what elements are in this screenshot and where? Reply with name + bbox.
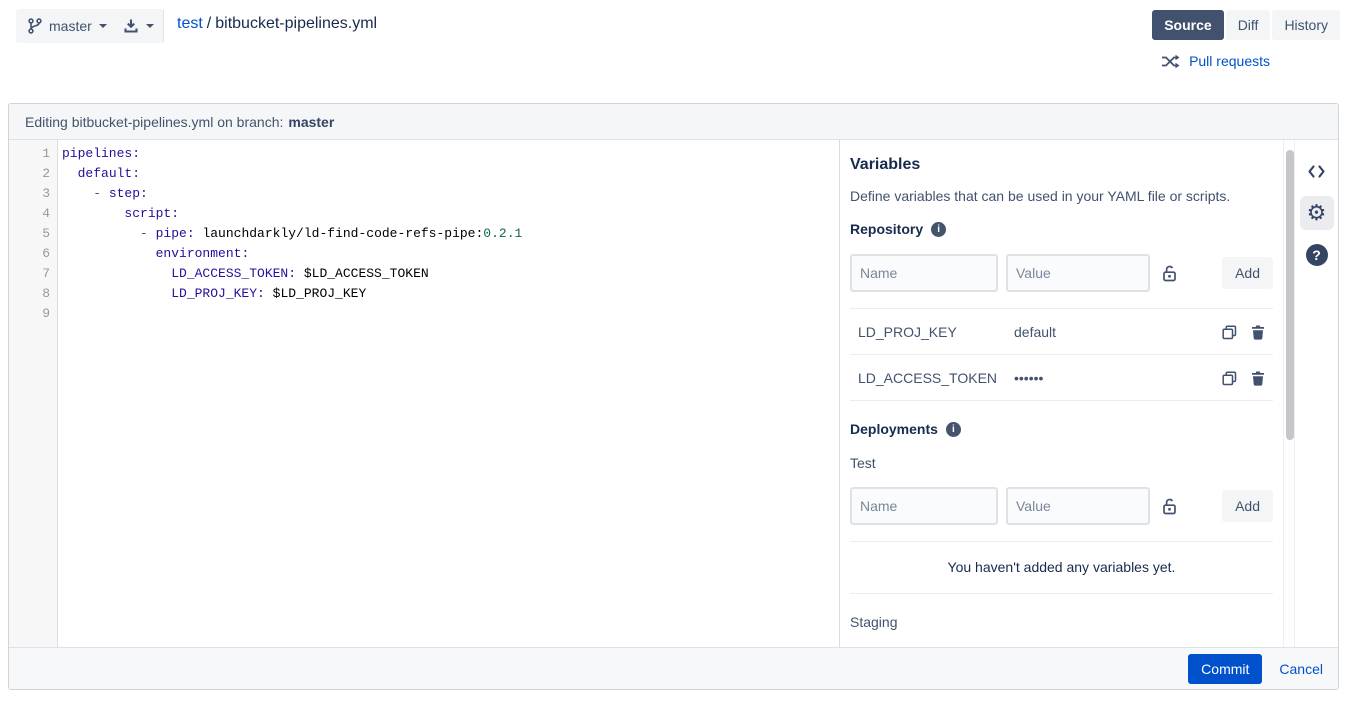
tab-source[interactable]: Source bbox=[1152, 10, 1223, 40]
line-number: 4 bbox=[9, 204, 57, 224]
pull-requests-icon bbox=[1161, 54, 1180, 69]
variable-value: default bbox=[1014, 324, 1208, 340]
empty-variables-message: You haven't added any variables yet. bbox=[850, 542, 1273, 594]
code-line: - pipe: launchdarkly/ld-find-code-refs-p… bbox=[58, 224, 839, 244]
line-number: 5 bbox=[9, 224, 57, 244]
info-icon[interactable]: i bbox=[946, 422, 961, 437]
line-number: 2 bbox=[9, 164, 57, 184]
side-icon-rail: ⚙ ? bbox=[1295, 140, 1338, 647]
branch-selector-label: master bbox=[49, 18, 92, 34]
gear-icon: ⚙ bbox=[1307, 202, 1327, 224]
breadcrumb-separator: / bbox=[203, 15, 215, 32]
code-brackets-icon bbox=[1307, 164, 1326, 179]
info-icon[interactable]: i bbox=[931, 222, 946, 237]
line-number: 1 bbox=[9, 144, 57, 164]
repository-value-input[interactable] bbox=[1006, 254, 1150, 292]
copy-icon[interactable] bbox=[1222, 325, 1237, 340]
code-line: LD_PROJ_KEY: $LD_PROJ_KEY bbox=[58, 284, 839, 304]
environment-name-staging: Staging bbox=[850, 614, 1273, 630]
view-tab-group: Source Diff History bbox=[1152, 10, 1340, 40]
commit-button[interactable]: Commit bbox=[1188, 654, 1262, 684]
editing-header-branch: master bbox=[288, 114, 334, 130]
panel-scrollbar bbox=[1283, 140, 1295, 647]
variables-panel-title: Variables bbox=[850, 156, 1273, 174]
repository-section-label: Repository i bbox=[850, 221, 1273, 237]
download-button[interactable] bbox=[113, 9, 164, 43]
variable-row: LD_ACCESS_TOKEN •••••• bbox=[850, 355, 1273, 401]
editor-container: Editing bitbucket-pipelines.yml on branc… bbox=[8, 103, 1339, 690]
question-mark-icon: ? bbox=[1306, 244, 1328, 266]
delete-icon[interactable] bbox=[1251, 325, 1265, 340]
variable-row: LD_PROJ_KEY default bbox=[850, 309, 1273, 355]
variables-panel-description: Define variables that can be used in you… bbox=[850, 188, 1273, 204]
repository-add-button[interactable]: Add bbox=[1222, 257, 1273, 289]
code-line bbox=[58, 304, 839, 324]
settings-icon-button[interactable]: ⚙ bbox=[1300, 196, 1334, 230]
test-variable-form: Add bbox=[850, 487, 1273, 525]
code-line: script: bbox=[58, 204, 839, 224]
tab-diff[interactable]: Diff bbox=[1226, 10, 1271, 40]
editing-header: Editing bitbucket-pipelines.yml on branc… bbox=[9, 104, 1338, 140]
secured-toggle-unlock-icon[interactable] bbox=[1161, 497, 1178, 516]
editor-gutter: 123456789 bbox=[9, 140, 58, 647]
variable-name: LD_ACCESS_TOKEN bbox=[858, 370, 1014, 386]
pull-requests-link[interactable]: Pull requests bbox=[1161, 53, 1270, 69]
chevron-down-icon bbox=[146, 24, 154, 28]
breadcrumb: test/bitbucket-pipelines.yml bbox=[177, 15, 377, 33]
breadcrumb-repo-link[interactable]: test bbox=[177, 15, 203, 32]
download-icon bbox=[123, 18, 139, 34]
variables-panel: Variables Define variables that can be u… bbox=[839, 140, 1283, 647]
code-line: environment: bbox=[58, 244, 839, 264]
commit-footer: Commit Cancel bbox=[9, 647, 1338, 689]
bitbucket-editor-page: master test/bitbucket-pipelines.yml Sour… bbox=[0, 0, 1347, 705]
variable-name: LD_PROJ_KEY bbox=[858, 324, 1014, 340]
secured-toggle-unlock-icon[interactable] bbox=[1161, 264, 1178, 283]
top-toolbar: master test/bitbucket-pipelines.yml Sour… bbox=[0, 0, 1347, 46]
variable-value: •••••• bbox=[1014, 370, 1208, 386]
chevron-down-icon bbox=[99, 24, 107, 28]
line-number: 9 bbox=[9, 304, 57, 324]
code-line: - step: bbox=[58, 184, 839, 204]
line-number: 7 bbox=[9, 264, 57, 284]
code-line: default: bbox=[58, 164, 839, 184]
help-icon-button[interactable]: ? bbox=[1300, 238, 1334, 272]
delete-icon[interactable] bbox=[1251, 371, 1265, 386]
breadcrumb-file-name: bitbucket-pipelines.yml bbox=[215, 15, 377, 32]
code-lines[interactable]: pipelines: default: - step: script: - pi… bbox=[58, 140, 839, 647]
git-branch-icon bbox=[28, 18, 42, 34]
repository-label: Repository bbox=[850, 221, 923, 237]
copy-icon[interactable] bbox=[1222, 371, 1237, 386]
environment-name-test: Test bbox=[850, 455, 1273, 471]
repository-variable-form: Add bbox=[850, 254, 1273, 292]
toolbar-divider bbox=[163, 10, 164, 42]
code-line: LD_ACCESS_TOKEN: $LD_ACCESS_TOKEN bbox=[58, 264, 839, 284]
repository-variable-rows: LD_PROJ_KEY default LD_ACCESS_TOKEN ••••… bbox=[850, 309, 1273, 401]
tab-history[interactable]: History bbox=[1272, 10, 1340, 40]
test-name-input[interactable] bbox=[850, 487, 998, 525]
repository-name-input[interactable] bbox=[850, 254, 998, 292]
deployments-label: Deployments bbox=[850, 421, 938, 437]
code-line: pipelines: bbox=[58, 144, 839, 164]
line-number: 8 bbox=[9, 284, 57, 304]
line-number: 6 bbox=[9, 244, 57, 264]
code-editor: 123456789 pipelines: default: - step: sc… bbox=[9, 140, 839, 647]
deployments-section-label: Deployments i bbox=[850, 421, 1273, 437]
test-value-input[interactable] bbox=[1006, 487, 1150, 525]
test-add-button[interactable]: Add bbox=[1222, 490, 1273, 522]
editing-header-text: Editing bitbucket-pipelines.yml on branc… bbox=[25, 114, 283, 130]
branch-selector-button[interactable]: master bbox=[16, 9, 119, 43]
content-row: 123456789 pipelines: default: - step: sc… bbox=[9, 140, 1338, 647]
scrollbar-thumb[interactable] bbox=[1286, 150, 1294, 440]
cancel-button[interactable]: Cancel bbox=[1279, 661, 1323, 677]
pull-requests-label: Pull requests bbox=[1189, 53, 1270, 69]
line-number: 3 bbox=[9, 184, 57, 204]
source-view-icon-button[interactable] bbox=[1300, 154, 1334, 188]
